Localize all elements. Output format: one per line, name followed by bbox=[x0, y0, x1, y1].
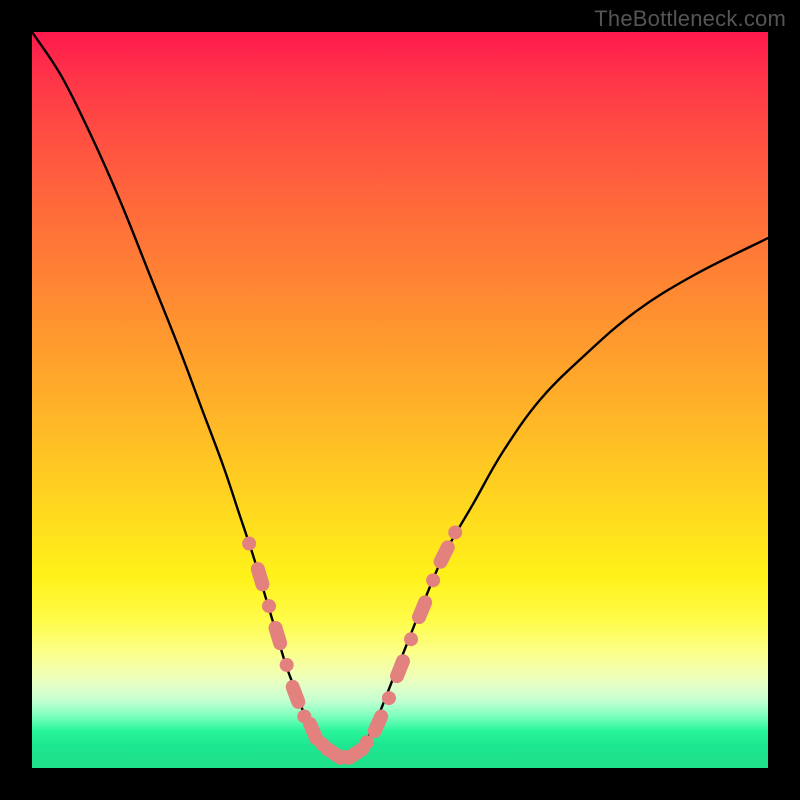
marker-pill bbox=[365, 707, 390, 740]
marker-pill bbox=[267, 619, 289, 652]
marker-pill bbox=[284, 678, 308, 711]
marker-pill bbox=[410, 593, 434, 626]
marker-dot bbox=[404, 632, 418, 646]
marker-pill bbox=[431, 538, 457, 571]
marker-dot bbox=[426, 573, 440, 587]
marker-dot bbox=[382, 691, 396, 705]
marker-dot bbox=[280, 658, 294, 672]
curve-layer bbox=[32, 32, 768, 768]
marker-dot bbox=[448, 525, 462, 539]
marker-pill bbox=[388, 652, 412, 685]
bottleneck-curve-path bbox=[32, 32, 768, 761]
bottleneck-curve bbox=[32, 32, 768, 761]
chart-frame: TheBottleneck.com bbox=[0, 0, 800, 800]
marker-dot bbox=[262, 599, 276, 613]
marker-dot bbox=[242, 537, 256, 551]
plot-area bbox=[32, 32, 768, 768]
watermark-text: TheBottleneck.com bbox=[594, 6, 786, 32]
marker-pill bbox=[249, 560, 271, 593]
curve-markers bbox=[242, 525, 462, 767]
